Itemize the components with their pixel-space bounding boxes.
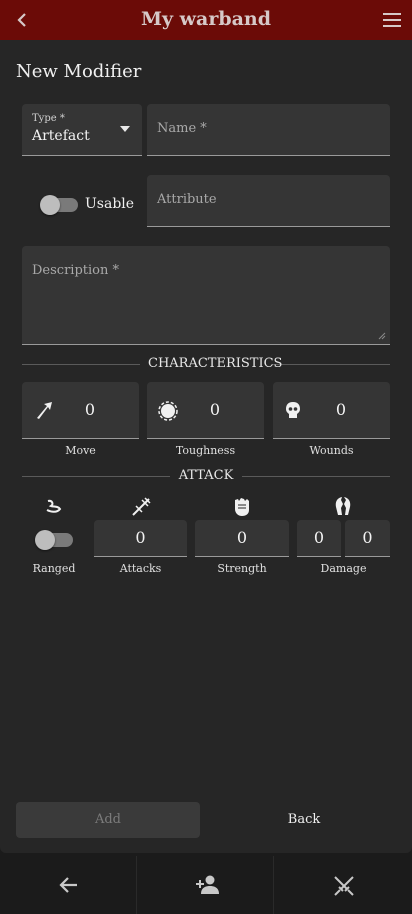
skull-icon: [286, 402, 300, 418]
resize-handle-icon[interactable]: [378, 332, 386, 340]
ranged-label: Ranged: [32, 562, 76, 575]
type-label: Type *: [32, 113, 65, 124]
damage-min-input[interactable]: 0: [297, 520, 341, 557]
back-arrow-icon: [59, 877, 77, 893]
type-value: Artefact: [32, 128, 90, 144]
page-title: New Modifier: [16, 61, 142, 82]
toughness-value: 0: [209, 400, 221, 419]
move-input[interactable]: 0: [22, 382, 139, 439]
usable-toggle[interactable]: [40, 195, 78, 215]
wounds-label: Wounds: [309, 444, 354, 457]
nav-battle[interactable]: [274, 856, 411, 914]
ranged-toggle[interactable]: [35, 530, 73, 550]
app-title: My warband: [140, 8, 272, 30]
top-app-bar: My warband: [0, 0, 412, 40]
wounds-value: 0: [335, 400, 347, 419]
attribute-input[interactable]: Attribute: [147, 175, 390, 227]
description-textarea[interactable]: Description *: [22, 246, 390, 345]
ranged-icon: [46, 499, 62, 513]
usable-label: Usable: [85, 196, 135, 212]
shield-icon: [158, 401, 178, 421]
toughness-input[interactable]: 0: [147, 382, 264, 439]
attacks-value: 0: [135, 528, 146, 547]
nav-back[interactable]: [0, 856, 137, 914]
damage-min-value: 0: [313, 528, 325, 547]
strength-input[interactable]: 0: [195, 520, 289, 557]
nav-add-warrior[interactable]: [137, 856, 274, 914]
dropdown-arrow-icon: [120, 126, 130, 132]
fist-icon: [235, 498, 249, 516]
characteristics-title: CHARACTERISTICS: [140, 356, 282, 371]
damage-max-value: 0: [362, 528, 373, 547]
broken-skull-icon: [335, 497, 351, 515]
toughness-label: Toughness: [175, 444, 236, 457]
attacks-label: Attacks: [119, 562, 162, 575]
attacks-input[interactable]: 0: [94, 520, 187, 557]
damage-label: Damage: [320, 562, 367, 575]
wounds-input[interactable]: 0: [273, 382, 390, 439]
strength-value: 0: [236, 528, 248, 547]
move-label: Move: [65, 444, 96, 457]
arrow-icon: [37, 402, 52, 419]
type-select[interactable]: Type * Artefact: [22, 104, 142, 156]
back-button[interactable]: Back: [212, 802, 396, 838]
hamburger-menu-icon[interactable]: [382, 12, 402, 28]
name-label: Name *: [157, 121, 207, 136]
attack-title: ATTACK: [170, 468, 242, 483]
add-button[interactable]: Add: [16, 802, 200, 838]
attacks-icon: [132, 497, 151, 516]
move-value: 0: [84, 400, 96, 419]
strength-label: Strength: [217, 562, 267, 575]
name-input[interactable]: Name *: [147, 104, 390, 156]
description-label: Description *: [32, 263, 119, 278]
crossed-swords-icon: [334, 876, 354, 896]
add-person-icon: [196, 875, 219, 894]
attribute-label: Attribute: [157, 192, 217, 207]
bottom-navigation: [0, 856, 412, 914]
damage-max-input[interactable]: 0: [345, 520, 390, 557]
